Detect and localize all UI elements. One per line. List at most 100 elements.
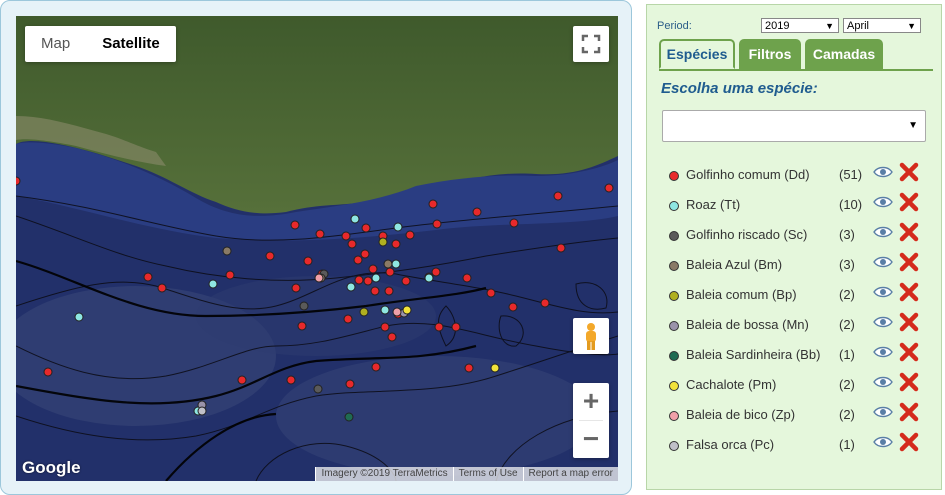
close-icon[interactable] (899, 432, 919, 452)
sighting-marker[interactable] (556, 243, 566, 253)
sighting-marker[interactable] (391, 239, 401, 249)
close-icon[interactable] (899, 402, 919, 422)
map-type-map-button[interactable]: Map (25, 26, 86, 62)
close-icon[interactable] (899, 282, 919, 302)
close-icon[interactable] (899, 372, 919, 392)
sighting-marker[interactable] (74, 312, 84, 322)
sighting-marker[interactable] (345, 379, 355, 389)
sighting-marker[interactable] (392, 307, 402, 317)
sighting-marker[interactable] (402, 305, 412, 315)
eye-icon[interactable] (873, 285, 893, 299)
sighting-marker[interactable] (383, 259, 393, 269)
sighting-marker[interactable] (604, 183, 614, 193)
eye-icon[interactable] (873, 195, 893, 209)
sighting-marker[interactable] (197, 406, 207, 416)
sighting-marker[interactable] (353, 255, 363, 265)
map-type-satellite-button[interactable]: Satellite (86, 26, 176, 62)
eye-icon[interactable] (873, 405, 893, 419)
close-icon[interactable] (899, 342, 919, 362)
sighting-marker[interactable] (380, 305, 390, 315)
tab-filtros[interactable]: Filtros (739, 39, 801, 69)
sighting-marker[interactable] (371, 273, 381, 283)
sighting-marker[interactable] (343, 314, 353, 324)
report-error-link[interactable]: Report a map error (522, 467, 618, 481)
sighting-marker[interactable] (313, 384, 323, 394)
tab-camadas[interactable]: Camadas (805, 39, 883, 69)
sighting-marker[interactable] (451, 322, 461, 332)
sighting-marker[interactable] (315, 229, 325, 239)
sighting-marker[interactable] (297, 321, 307, 331)
close-icon[interactable] (899, 192, 919, 212)
sighting-marker[interactable] (346, 282, 356, 292)
species-select[interactable]: ▼ (662, 110, 926, 142)
sighting-marker[interactable] (43, 367, 53, 377)
sighting-marker[interactable] (222, 246, 232, 256)
eye-icon[interactable] (873, 345, 893, 359)
sighting-marker[interactable] (508, 302, 518, 312)
sighting-marker[interactable] (208, 279, 218, 289)
sighting-marker[interactable] (291, 283, 301, 293)
sighting-marker[interactable] (380, 322, 390, 332)
sighting-marker[interactable] (384, 286, 394, 296)
sighting-marker[interactable] (347, 239, 357, 249)
month-select[interactable]: April ▼ (843, 18, 921, 33)
eye-icon[interactable] (873, 165, 893, 179)
streetview-pegman-button[interactable] (573, 318, 609, 354)
sighting-marker[interactable] (344, 412, 354, 422)
sighting-marker[interactable] (265, 251, 275, 261)
sighting-marker[interactable] (391, 259, 401, 269)
sighting-marker[interactable] (361, 223, 371, 233)
sighting-marker[interactable] (431, 267, 441, 277)
sighting-marker[interactable] (371, 362, 381, 372)
sighting-marker[interactable] (509, 218, 519, 228)
sighting-marker[interactable] (363, 276, 373, 286)
sighting-marker[interactable] (462, 273, 472, 283)
sighting-marker[interactable] (354, 275, 364, 285)
close-icon[interactable] (899, 222, 919, 242)
sighting-marker[interactable] (360, 249, 370, 259)
sighting-marker[interactable] (157, 283, 167, 293)
zoom-out-button[interactable]: − (573, 421, 609, 458)
sighting-marker[interactable] (428, 199, 438, 209)
sighting-marker[interactable] (237, 375, 247, 385)
sighting-marker[interactable] (432, 219, 442, 229)
sighting-marker[interactable] (350, 214, 360, 224)
sighting-marker[interactable] (540, 298, 550, 308)
sighting-marker[interactable] (368, 264, 378, 274)
sighting-marker[interactable] (385, 267, 395, 277)
sighting-marker[interactable] (359, 307, 369, 317)
eye-icon[interactable] (873, 225, 893, 239)
sighting-marker[interactable] (370, 286, 380, 296)
tab-especies[interactable]: Espécies (659, 39, 735, 69)
sighting-marker[interactable] (387, 332, 397, 342)
sighting-marker[interactable] (434, 322, 444, 332)
sighting-marker[interactable] (143, 272, 153, 282)
sighting-marker[interactable] (286, 375, 296, 385)
eye-icon[interactable] (873, 375, 893, 389)
close-icon[interactable] (899, 162, 919, 182)
eye-icon[interactable] (873, 255, 893, 269)
sighting-marker[interactable] (464, 363, 474, 373)
sighting-marker[interactable] (225, 270, 235, 280)
eye-icon[interactable] (873, 435, 893, 449)
sighting-marker[interactable] (378, 237, 388, 247)
sighting-marker[interactable] (472, 207, 482, 217)
sighting-marker[interactable] (303, 256, 313, 266)
close-icon[interactable] (899, 252, 919, 272)
sighting-marker[interactable] (424, 273, 434, 283)
sighting-marker[interactable] (401, 276, 411, 286)
sighting-marker[interactable] (490, 363, 500, 373)
map[interactable]: Map Satellite + − Google Imagery ©2019 T… (16, 16, 618, 481)
close-icon[interactable] (899, 312, 919, 332)
terms-of-use-link[interactable]: Terms of Use (452, 467, 523, 481)
sighting-marker[interactable] (341, 231, 351, 241)
sighting-marker[interactable] (393, 222, 403, 232)
sighting-marker[interactable] (405, 230, 415, 240)
sighting-marker[interactable] (299, 301, 309, 311)
sighting-marker[interactable] (16, 176, 21, 186)
fullscreen-button[interactable] (573, 26, 609, 62)
zoom-in-button[interactable]: + (573, 383, 609, 420)
year-select[interactable]: 2019 ▼ (761, 18, 839, 33)
sighting-marker[interactable] (314, 273, 324, 283)
sighting-marker[interactable] (553, 191, 563, 201)
